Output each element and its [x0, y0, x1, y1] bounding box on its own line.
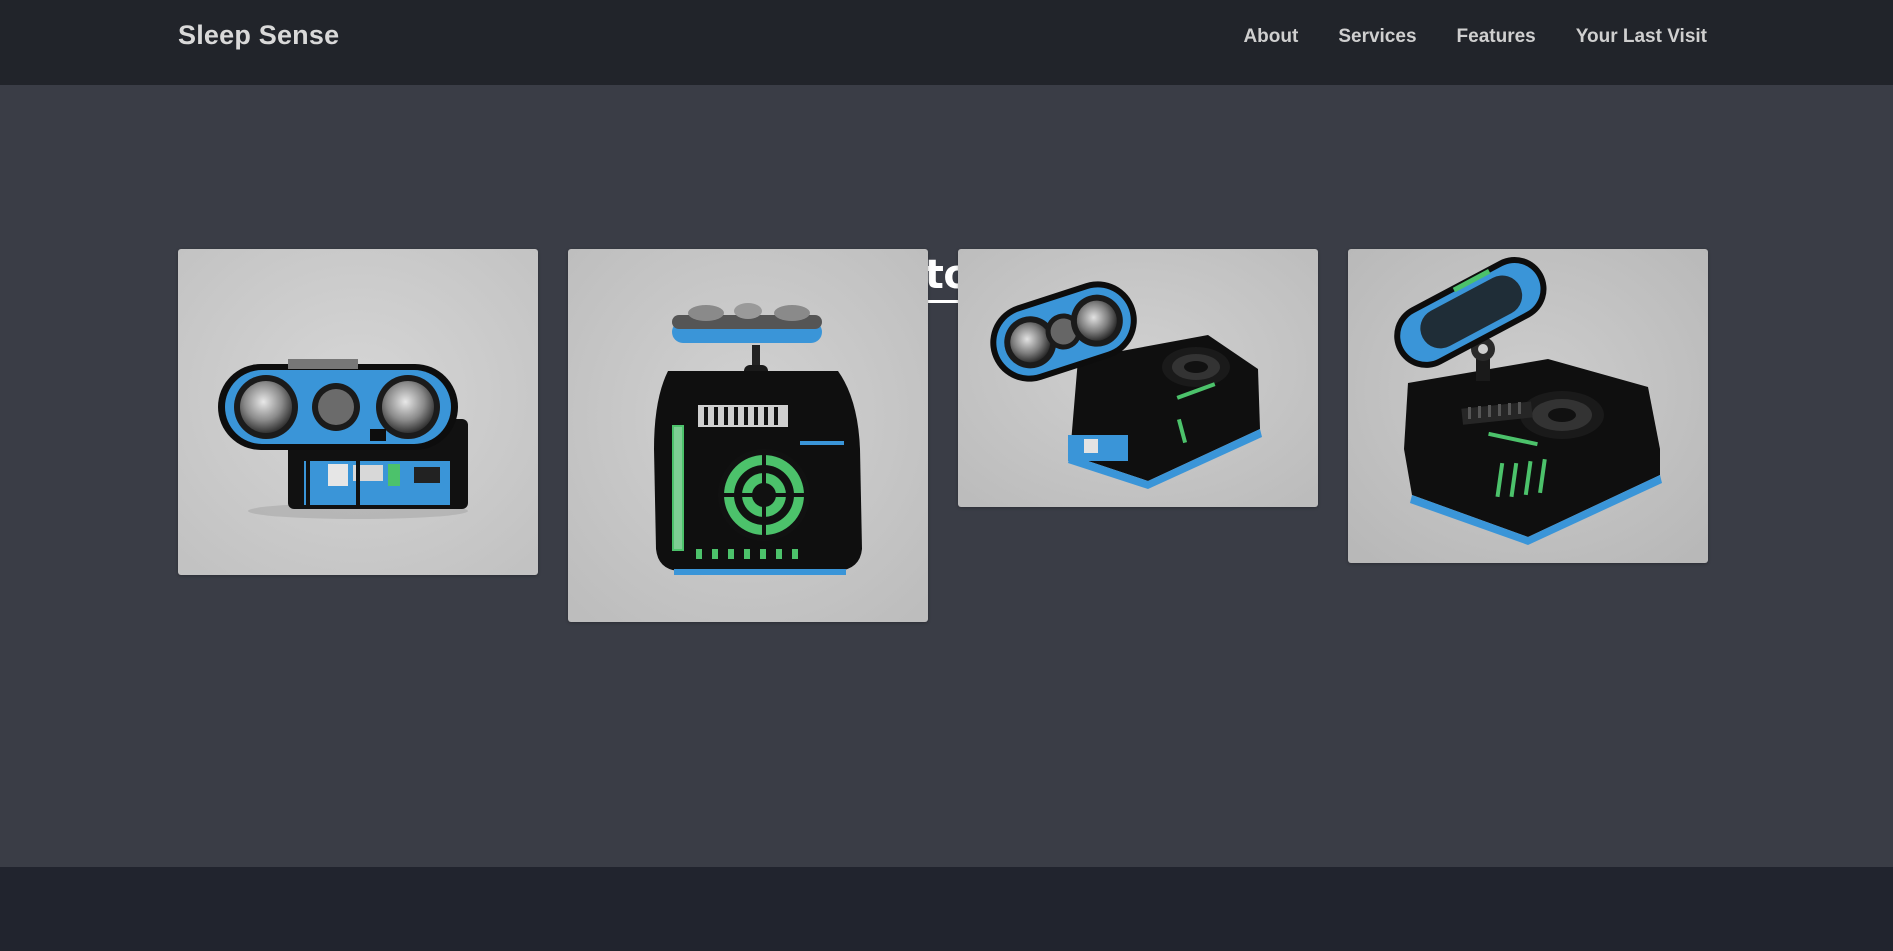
- nav-link-last-visit[interactable]: Your Last Visit: [1576, 26, 1707, 48]
- gallery-image-angled-left[interactable]: [958, 249, 1318, 507]
- nav-links: About Services Features Your Last Visit: [1243, 26, 1707, 48]
- gallery-image-angled-right[interactable]: [1348, 249, 1708, 563]
- nav-link-features[interactable]: Features: [1457, 26, 1536, 48]
- prototype-top-view-image: [568, 249, 928, 622]
- navbar: Sleep Sense About Services Features Your…: [0, 0, 1893, 85]
- nav-link-about[interactable]: About: [1243, 26, 1298, 48]
- prototype-front-view-image: [178, 249, 538, 575]
- nav-link-services[interactable]: Services: [1338, 26, 1416, 48]
- prototype-angled-right-image: [1348, 249, 1708, 563]
- gallery-image-front[interactable]: [178, 249, 538, 575]
- brand-logo-link[interactable]: Sleep Sense: [178, 20, 339, 51]
- prototype-angled-left-image: [958, 249, 1318, 507]
- gallery-image-top[interactable]: [568, 249, 928, 622]
- footer: [0, 867, 1893, 951]
